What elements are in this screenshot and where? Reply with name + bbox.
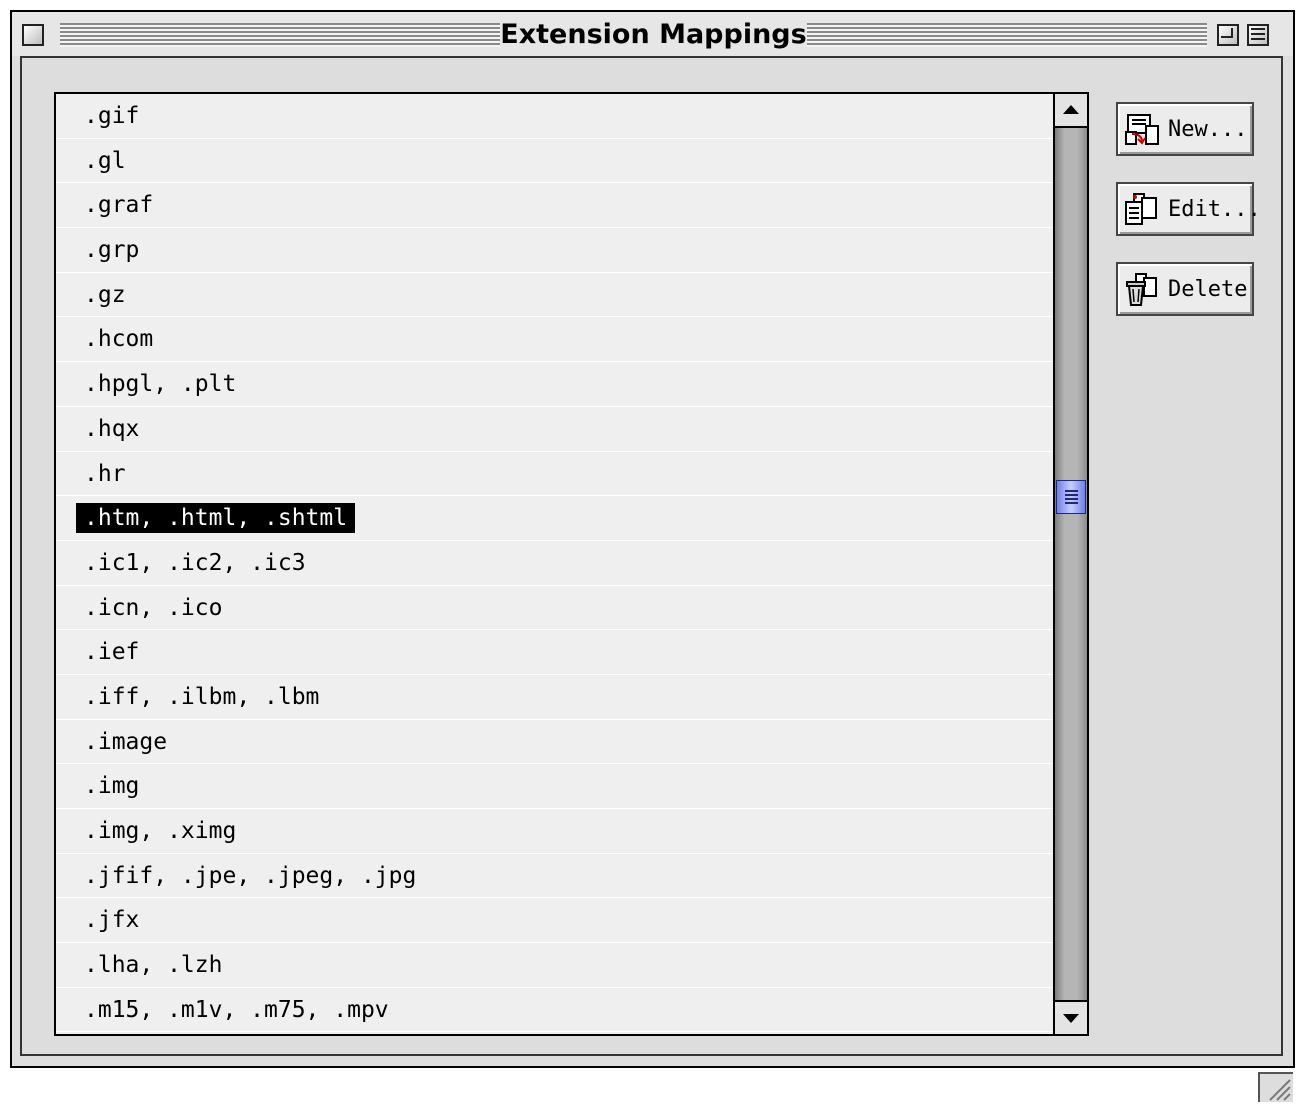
list-item[interactable]: .hpgl, .plt <box>56 362 1053 407</box>
list-item[interactable]: .img <box>56 764 1053 809</box>
scroll-down-arrow-icon[interactable] <box>1055 1000 1087 1034</box>
list-item-label: .gif <box>84 103 140 129</box>
vertical-scrollbar[interactable] <box>1053 94 1087 1034</box>
list-item-label: .ief <box>84 639 140 666</box>
list-item-label: .ic1, .ic2, .ic3 <box>84 549 306 576</box>
edit-document-icon <box>1125 193 1157 225</box>
list-item[interactable]: .ief <box>56 630 1053 675</box>
list-item-label: .m15, .m1v, .m75, .mpv <box>84 996 389 1023</box>
list-item-selected[interactable]: .htm, .html, .shtml <box>56 496 1053 541</box>
list-item-label: .iff, .ilbm, .lbm <box>84 683 320 710</box>
list-item[interactable]: .jfif, .jpe, .jpeg, .jpg <box>56 854 1053 899</box>
list-item-label: .hqx <box>84 415 140 442</box>
delete-button-label: Delete <box>1168 277 1248 302</box>
list-item-label: .jfx <box>84 907 140 934</box>
list-item[interactable]: .lha, .lzh <box>56 943 1053 988</box>
list-item-label: .gl <box>84 147 126 174</box>
extension-mappings-window: Extension Mappings .gif .gl .graf .grp .gz .h… <box>10 10 1295 1102</box>
list-item[interactable]: .hcom <box>56 317 1053 363</box>
list-item-label: .gz <box>84 281 126 308</box>
scroll-up-arrow-icon[interactable] <box>1055 94 1087 128</box>
list-item[interactable]: .jfx <box>56 898 1053 944</box>
edit-button-label: Edit... <box>1168 197 1261 222</box>
list-item[interactable]: .m15, .m1v, .m75, .mpv <box>56 988 1053 1033</box>
new-document-icon <box>1125 114 1159 145</box>
list-item[interactable]: .gif <box>56 94 1053 139</box>
list-item-label: .jfif, .jpe, .jpeg, .jpg <box>84 862 417 889</box>
list-item[interactable]: .gz <box>56 273 1053 318</box>
window-content: .gif .gl .graf .grp .gz .hcom .hpgl, .plt .hqx.… <box>20 56 1293 1102</box>
new-button-label: New... <box>1168 117 1248 142</box>
list-item-label: .icn, .ico <box>84 594 223 621</box>
title-bar[interactable]: Extension Mappings <box>12 12 1293 56</box>
extension-list[interactable]: .gif .gl .graf .grp .gz .hcom .hpgl, .plt .hqx.… <box>56 94 1053 1034</box>
delete-button[interactable]: Delete <box>1116 262 1254 316</box>
list-item-label: .htm, .html, .shtml <box>76 503 356 534</box>
list-item-label: .hcom <box>84 326 154 353</box>
new-button[interactable]: New... <box>1116 102 1254 156</box>
list-item[interactable]: .icn, .ico <box>56 586 1053 631</box>
list-item-label: .lha, .lzh <box>84 952 223 979</box>
list-item-label: .img, .ximg <box>84 818 237 844</box>
title-bar-stripes-left <box>60 23 500 47</box>
list-item-label: .hpgl, .plt <box>84 371 237 398</box>
trash-icon <box>1126 273 1157 306</box>
list-item[interactable]: .graf <box>56 183 1053 229</box>
list-item-label: .grp <box>84 237 140 264</box>
list-item[interactable]: .image <box>56 720 1053 765</box>
list-item[interactable]: .grp <box>56 228 1053 273</box>
list-item-label: .graf <box>84 192 154 219</box>
list-item[interactable]: .ic1, .ic2, .ic3 <box>56 541 1053 586</box>
list-item[interactable]: .img, .ximg <box>56 809 1053 854</box>
list-item[interactable]: .hr <box>56 452 1053 497</box>
list-item[interactable]: .gl <box>56 139 1053 184</box>
list-item-label: .hr <box>84 460 126 487</box>
grip-icon <box>1065 490 1078 504</box>
title-bar-stripes-right <box>807 23 1207 47</box>
zoom-box-icon[interactable] <box>1217 24 1239 46</box>
resize-grip-icon[interactable] <box>1258 1072 1293 1102</box>
close-box-icon[interactable] <box>22 24 44 46</box>
scroll-track[interactable] <box>1055 128 1087 1000</box>
collapse-box-icon[interactable] <box>1247 24 1269 46</box>
list-item[interactable]: .hqx <box>56 407 1053 452</box>
list-item-label: .img <box>84 773 140 800</box>
list-item-label: .image <box>84 728 168 755</box>
scroll-thumb[interactable] <box>1056 480 1086 514</box>
list-item[interactable]: .iff, .ilbm, .lbm <box>56 675 1053 720</box>
extension-list-frame: .gif .gl .graf .grp .gz .hcom .hpgl, .plt .hqx.… <box>54 92 1089 1036</box>
edit-button[interactable]: Edit... <box>1116 182 1261 236</box>
window-title: Extension Mappings <box>500 18 807 52</box>
